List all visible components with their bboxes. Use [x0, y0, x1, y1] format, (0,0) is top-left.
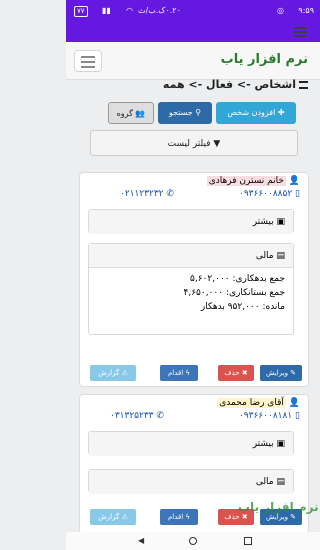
users-icon: 👥	[132, 109, 146, 118]
close-icon: ✖	[239, 369, 248, 377]
pencil-icon: ✎	[287, 513, 297, 521]
wifi-icon: ◠	[126, 6, 133, 15]
mobile-number[interactable]: ▯ ۰۹۳۶۶۰۰۸۸۵۲	[239, 189, 300, 199]
plus-icon: ✚	[275, 108, 285, 117]
search-button[interactable]: ⚲ جستجو	[158, 102, 212, 124]
balance: مانده: ۹۵۲,۰۰۰ بدهکار	[200, 302, 285, 312]
hamburger-menu-button[interactable]	[74, 50, 102, 72]
instagram-icon: ◎	[277, 6, 284, 15]
warning-icon: ⚠	[119, 369, 128, 377]
back-icon[interactable]: ◀	[138, 536, 144, 545]
user-icon: 👤	[288, 398, 300, 408]
finance-panel: ▤ مالی جمع بدهکاری: ۵,۶۰۲,۰۰۰ جمع بستانک…	[88, 243, 294, 335]
filter-list-button[interactable]: ▼ فیلتر لیست	[90, 130, 298, 156]
person-name[interactable]: آقای رضا محمدی	[217, 398, 286, 408]
phone-number[interactable]: ✆ ۰۲۱۱۲۳۲۳۲	[120, 189, 174, 199]
recents-icon[interactable]	[244, 537, 252, 545]
search-icon: ⚲	[192, 108, 202, 117]
breadcrumb: اشخاص -> فعال -> همه	[163, 78, 308, 91]
user-icon: 👤	[288, 176, 300, 186]
phone-icon: ✆	[166, 189, 174, 199]
total-debit: جمع بدهکاری: ۵,۶۰۲,۰۰۰	[190, 274, 285, 284]
action-button[interactable]: ϟ اقدام	[160, 365, 198, 381]
warning-icon: ⚠	[119, 513, 128, 521]
network-speed: ۰.۲۰ک.ب/ث	[138, 6, 181, 15]
money-icon: ▤	[273, 477, 285, 487]
signal-icon: ▮▮	[102, 6, 111, 15]
close-icon: ✖	[239, 513, 248, 521]
edit-button[interactable]: ✎ ویرایش	[260, 365, 302, 381]
browser-menu-icon[interactable]	[293, 27, 307, 37]
finance-summary: جمع بدهکاری: ۵,۶۰۲,۰۰۰ جمع بستانکاری: ۴,…	[89, 268, 293, 318]
pencil-icon: ✎	[287, 369, 297, 377]
battery-level: ۷۷	[74, 6, 88, 17]
phone-number[interactable]: ✆ ۰۳۱۳۲۵۲۳۳	[110, 411, 164, 421]
more-panel[interactable]: ▣ بیشتر	[88, 431, 294, 456]
action-button[interactable]: ϟ اقدام	[160, 509, 198, 525]
mobile-icon: ▯	[295, 189, 300, 199]
breadcrumb-text: اشخاص -> فعال -> همه	[162, 78, 296, 91]
finance-panel[interactable]: ▤ مالی	[88, 469, 294, 494]
more-panel[interactable]: ▣ بیشتر	[88, 209, 294, 234]
id-card-icon: ▣	[273, 217, 285, 227]
person-card: 👤 خانم نسترن فرهادی ▯ ۰۹۳۶۶۰۰۸۸۵۲ ✆ ۰۲۱۱…	[79, 172, 309, 387]
report-button[interactable]: ⚠ گزارش	[90, 365, 136, 381]
mobile-icon: ▯	[295, 411, 300, 421]
watermark-logo: نرم افزار یاب	[238, 500, 319, 514]
person-name-row: 👤 خانم نسترن فرهادی	[206, 176, 300, 186]
group-button[interactable]: 👥 گروه	[108, 102, 154, 124]
filter-icon: ▼	[210, 139, 221, 149]
money-icon: ▤	[273, 251, 285, 261]
bolt-icon: ϟ	[183, 369, 191, 377]
app-header: نرم افزار یاب	[66, 42, 320, 80]
phone-icon: ✆	[156, 411, 164, 421]
mobile-number[interactable]: ▯ ۰۹۳۶۶۰۰۸۱۸۱	[239, 411, 300, 421]
id-card-icon: ▣	[273, 439, 285, 449]
battery-icon: ۷۷	[74, 0, 88, 22]
list-icon	[299, 81, 308, 89]
bolt-icon: ϟ	[183, 513, 191, 521]
add-person-button[interactable]: ✚ افزودن شخص	[216, 102, 296, 124]
person-name-row: 👤 آقای رضا محمدی	[217, 398, 300, 408]
home-icon[interactable]	[189, 537, 197, 545]
brand-title[interactable]: نرم افزار یاب	[221, 52, 308, 67]
status-bar: ۹:۵۹ ◎ ۷۷ ▮▮ ◠ ۰.۲۰ک.ب/ث	[66, 0, 320, 22]
app-top-strip	[66, 22, 320, 42]
toolbar: ✚ افزودن شخص ⚲ جستجو 👥 گروه	[90, 102, 296, 124]
report-button[interactable]: ⚠ گزارش	[90, 509, 136, 525]
status-time: ۹:۵۹	[298, 6, 314, 15]
total-credit: جمع بستانکاری: ۴,۶۵۰,۰۰۰	[183, 288, 285, 298]
finance-panel-header[interactable]: ▤ مالی	[89, 244, 293, 268]
person-name[interactable]: خانم نسترن فرهادی	[206, 176, 286, 186]
delete-button[interactable]: ✖ حذف	[218, 365, 254, 381]
system-nav-bar: ◀	[66, 532, 320, 550]
